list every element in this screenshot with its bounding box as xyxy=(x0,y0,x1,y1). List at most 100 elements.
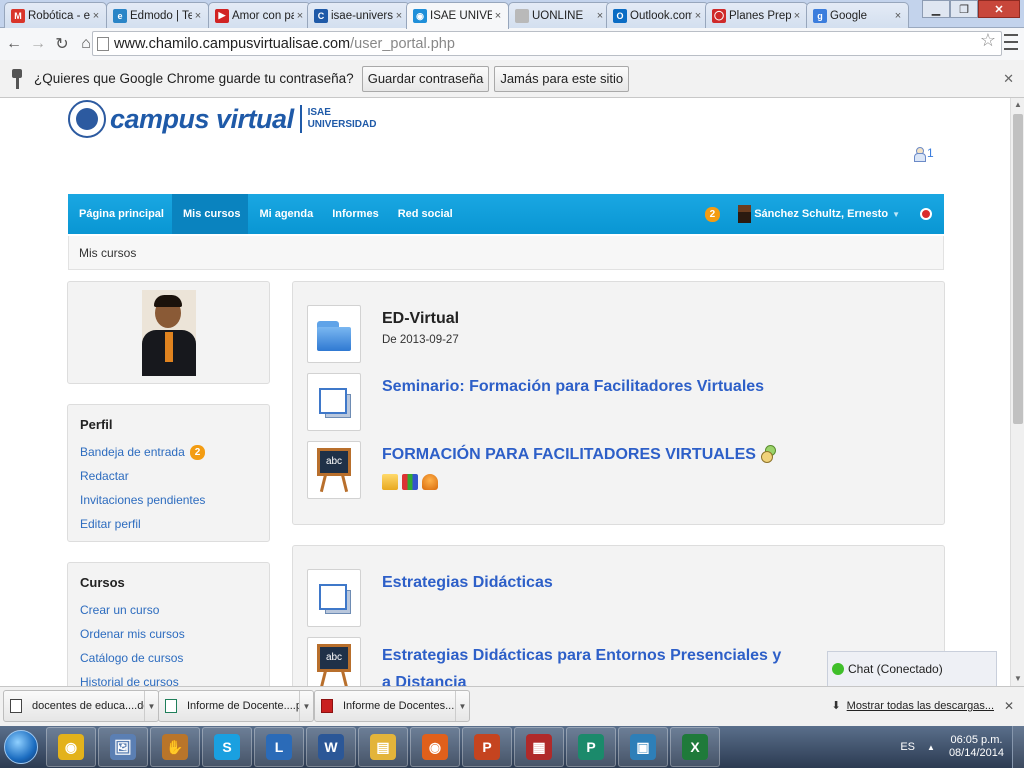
courses-menu-panel: Cursos Crear un curso Ordenar mis cursos… xyxy=(67,562,270,686)
user-menu[interactable]: Sánchez Schultz, Ernesto ▼ xyxy=(738,205,900,223)
taskbar-app-button[interactable]: ◉ xyxy=(410,727,460,767)
page-scrollbar[interactable]: ▲ ▼ xyxy=(1010,98,1024,686)
browser-tab[interactable]: ▶Amor con pap× xyxy=(208,2,311,28)
save-password-button[interactable]: Guardar contraseña xyxy=(361,65,490,92)
restore-button[interactable]: ❐ xyxy=(950,0,978,18)
never-save-button[interactable]: Jamás para este sitio xyxy=(494,65,630,92)
tab-close-icon[interactable]: × xyxy=(90,10,102,22)
address-bar[interactable]: www.chamilo.campusvirtualisae.com/user_p… xyxy=(92,31,1002,56)
minimize-button[interactable]: ▁ xyxy=(922,0,950,18)
course-title-link[interactable]: FORMACIÓN PARA FACILITADORES VIRTUALES xyxy=(382,445,776,464)
taskbar-app-button[interactable]: W xyxy=(306,727,356,767)
browser-tab[interactable]: ◉ISAE UNIVERSI× xyxy=(406,2,509,29)
course-catalog-link[interactable]: Catálogo de cursos xyxy=(80,646,257,670)
course-tile[interactable] xyxy=(307,569,361,627)
scroll-down-icon[interactable]: ▼ xyxy=(1011,672,1024,686)
course-title-link[interactable]: Estrategias Didácticas para Entornos Pre… xyxy=(382,642,781,686)
taskbar-app-button[interactable]: L xyxy=(254,727,304,767)
nav-item[interactable]: Mis cursos xyxy=(171,194,249,234)
tab-close-icon[interactable]: × xyxy=(294,10,306,22)
taskbar-app-button[interactable]: S xyxy=(202,727,252,767)
course-title-link[interactable]: Seminario: Formación para Facilitadores … xyxy=(382,378,764,396)
tab-close-icon[interactable]: × xyxy=(492,10,504,22)
edit-profile-link[interactable]: Editar perfil xyxy=(80,512,257,536)
infobar-close-icon[interactable]: ✕ xyxy=(1003,71,1014,87)
scrollbar-thumb[interactable] xyxy=(1013,114,1023,424)
chat-widget[interactable]: Chat (Conectado) xyxy=(827,651,997,686)
category-tile xyxy=(307,305,361,363)
documents-icon[interactable] xyxy=(382,474,398,490)
tab-title: Robótica - ersa xyxy=(28,9,90,22)
compose-link[interactable]: Redactar xyxy=(80,464,257,488)
taskbar-app-button[interactable]: ▣ xyxy=(618,727,668,767)
pending-invitations-link[interactable]: Invitaciones pendientes xyxy=(80,488,257,512)
taskbar-app-button[interactable]: 🖼 xyxy=(98,727,148,767)
logout-icon[interactable] xyxy=(920,208,932,220)
tab-close-icon[interactable]: × xyxy=(594,10,606,22)
close-window-button[interactable]: ✕ xyxy=(978,0,1020,18)
nav-item[interactable]: Red social xyxy=(387,194,461,234)
tab-close-icon[interactable]: × xyxy=(393,10,405,22)
tab-close-icon[interactable]: × xyxy=(791,10,803,22)
nav-item[interactable]: Informes xyxy=(321,194,386,234)
chevron-down-icon[interactable]: ▼ xyxy=(144,691,158,721)
course-history-link[interactable]: Historial de cursos xyxy=(80,670,257,686)
start-button[interactable] xyxy=(4,730,38,764)
browser-tab[interactable]: MRobótica - ersa× xyxy=(4,2,107,28)
course-title-text: FORMACIÓN PARA FACILITADORES VIRTUALES xyxy=(382,446,756,463)
tab-close-icon[interactable]: × xyxy=(692,10,704,22)
site-logo[interactable]: campus virtual ISAE UNIVERSIDAD xyxy=(68,100,376,138)
tab-close-icon[interactable]: × xyxy=(192,10,204,22)
close-shelf-icon[interactable]: ✕ xyxy=(1004,699,1014,713)
taskbar-app-button[interactable]: P xyxy=(462,727,512,767)
chevron-down-icon[interactable]: ▼ xyxy=(455,691,469,721)
gmail-icon: M xyxy=(11,8,25,23)
clock[interactable]: 06:05 p.m. 08/14/2014 xyxy=(949,734,1004,760)
download-item[interactable]: docentes de educa....docx ▼ xyxy=(3,690,159,722)
window-controls: ▁ ❐ ✕ xyxy=(922,0,1020,18)
browser-tab[interactable]: eEdmodo | Tec× xyxy=(106,2,209,28)
forward-button[interactable]: → xyxy=(28,33,48,55)
browser-tab[interactable]: OOutlook.com -× xyxy=(606,2,709,28)
back-button[interactable]: ← xyxy=(4,33,24,55)
sort-courses-link[interactable]: Ordenar mis cursos xyxy=(80,622,257,646)
folder-icon xyxy=(315,315,353,353)
language-indicator[interactable]: ES xyxy=(900,741,915,753)
bell-icon[interactable] xyxy=(422,474,438,490)
browser-tab[interactable]: ◯Planes Prepag× xyxy=(705,2,808,28)
scroll-up-icon[interactable]: ▲ xyxy=(1011,98,1024,112)
nav-item[interactable]: Mi agenda xyxy=(248,194,321,234)
books-icon[interactable] xyxy=(402,474,418,490)
nav-item[interactable]: Página principal xyxy=(68,194,172,234)
taskbar-app-button[interactable]: X xyxy=(670,727,720,767)
notifications-badge[interactable]: 2 xyxy=(704,206,721,222)
download-item[interactable]: Informe de Docente....pub ▼ xyxy=(158,690,314,722)
create-course-link[interactable]: Crear un curso xyxy=(80,598,257,622)
taskbar-app-button[interactable]: ▤ xyxy=(358,727,408,767)
course-title-link[interactable]: Estrategias Didácticas xyxy=(382,574,553,592)
browser-tab[interactable]: Cisae-universida× xyxy=(307,2,410,28)
chat-label: Chat (Conectado) xyxy=(848,662,943,676)
user-name: Sánchez Schultz, Ernesto xyxy=(754,208,889,220)
course-tile[interactable] xyxy=(307,373,361,431)
taskbar-app-button[interactable]: ▦ xyxy=(514,727,564,767)
online-users-link[interactable]: 1 xyxy=(914,146,934,162)
download-item[interactable]: Informe de Docentes....pdf ▼ xyxy=(314,690,470,722)
browser-tab[interactable]: g Google × xyxy=(806,2,909,28)
chrome-menu-icon[interactable] xyxy=(1004,32,1018,52)
inbox-link[interactable]: Bandeja de entrada 2 xyxy=(80,440,257,464)
bookmark-star-icon[interactable]: ☆ xyxy=(980,30,996,51)
chevron-down-icon[interactable]: ▼ xyxy=(299,691,313,721)
taskbar-app-button[interactable]: ✋ xyxy=(150,727,200,767)
course-tile[interactable]: abc xyxy=(307,441,361,499)
browser-tab[interactable]: UONLINE × xyxy=(508,2,611,28)
show-all-downloads-link[interactable]: ⬇ Mostrar todas las descargas... xyxy=(831,699,994,712)
reload-button[interactable]: ↻ xyxy=(52,33,72,55)
tab-title: Google xyxy=(830,9,868,22)
tray-expand-icon[interactable]: ▲ xyxy=(927,743,935,752)
show-desktop-button[interactable] xyxy=(1012,726,1024,768)
taskbar-app-button[interactable]: P xyxy=(566,727,616,767)
taskbar-app-button[interactable]: ◉ xyxy=(46,727,96,767)
course-tile[interactable]: abc xyxy=(307,637,361,686)
tab-close-icon[interactable]: × xyxy=(892,10,904,22)
